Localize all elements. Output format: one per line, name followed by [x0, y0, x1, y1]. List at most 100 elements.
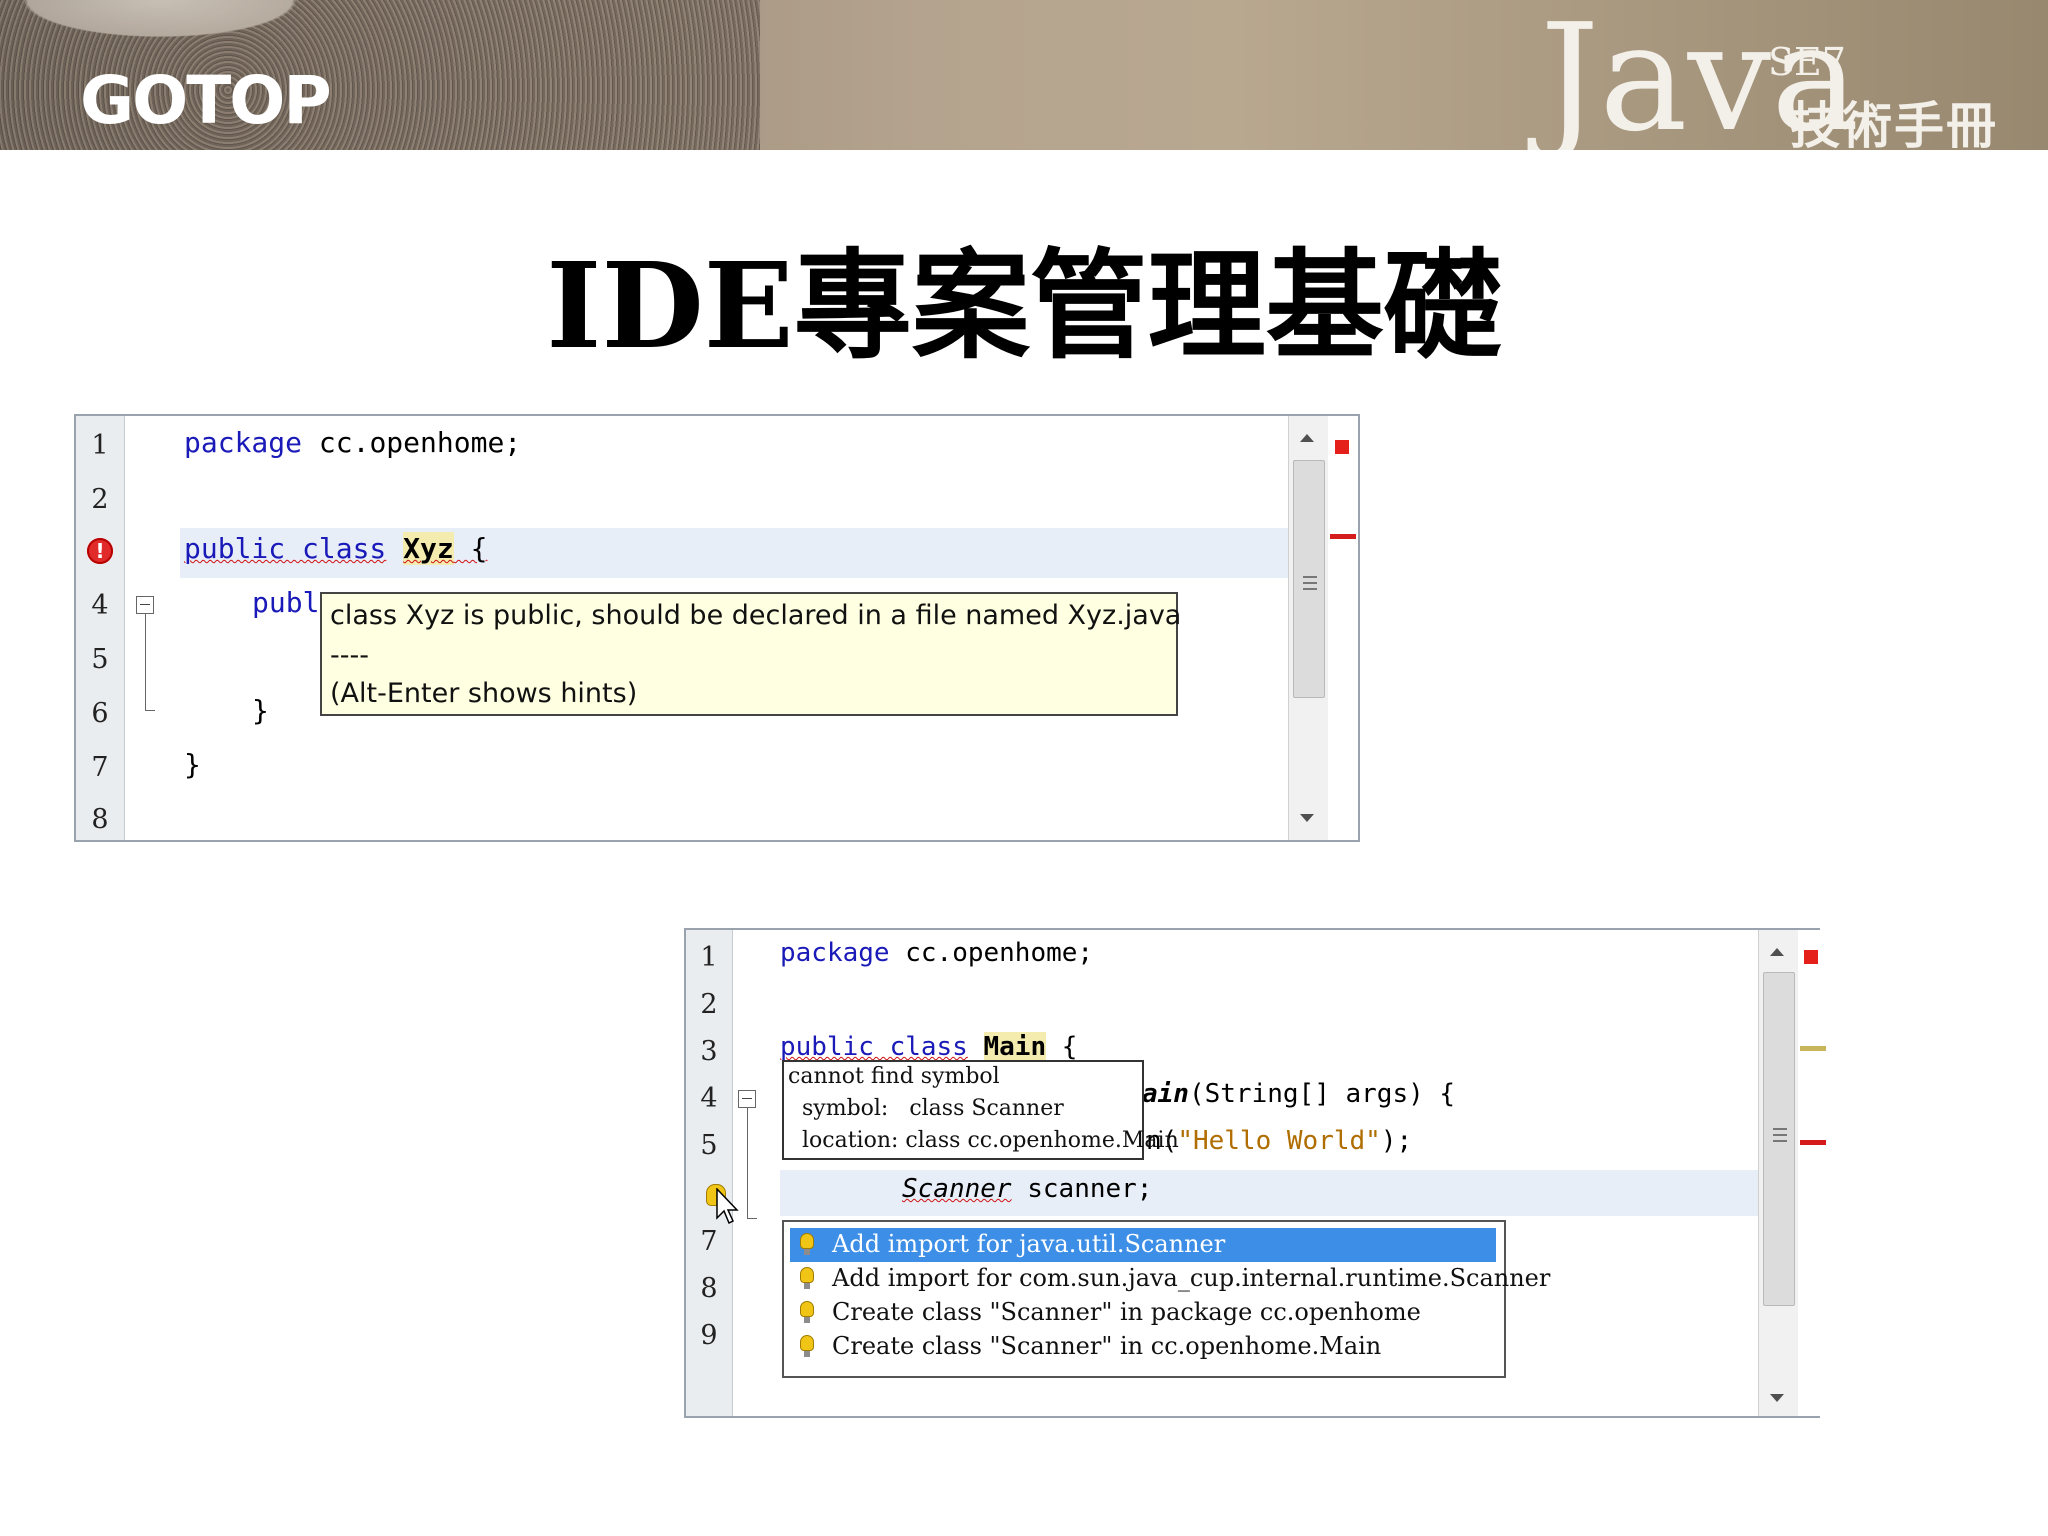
keyword: package	[780, 938, 890, 968]
tooltip-separator: ----	[330, 640, 369, 671]
scroll-grip	[1773, 1134, 1787, 1136]
line-number: 9	[700, 1320, 718, 1351]
error-stripe[interactable]	[1798, 930, 1828, 1416]
hint-item[interactable]: Create class "Scanner" in cc.openhome.Ma…	[790, 1330, 1496, 1364]
code-line-7[interactable]: }	[184, 748, 201, 781]
code-text: {	[453, 532, 488, 565]
line-number-gutter[interactable]: 1 2 ! 4 5 6 7 8	[76, 416, 125, 840]
tooltip-symbol: symbol: class Scanner	[788, 1096, 1064, 1121]
line-number: 4	[700, 1083, 718, 1114]
code-text: (String[] args) {	[1188, 1079, 1456, 1109]
code-text: {	[1046, 1032, 1078, 1062]
code-text: cc.openhome;	[302, 426, 522, 459]
code-editor-1[interactable]: 1 2 ! 4 5 6 7 8 package cc.openhome; pub…	[74, 414, 1360, 842]
method-name: ain	[1142, 1079, 1189, 1109]
hint-label: Create class "Scanner" in cc.openhome.Ma…	[832, 1332, 1382, 1360]
code-text: cc.openhome;	[889, 938, 1094, 968]
vertical-scrollbar[interactable]	[1288, 416, 1329, 840]
hints-popup[interactable]: Add import for java.util.Scanner Add imp…	[782, 1220, 1550, 1378]
code-text: }	[184, 748, 201, 781]
error-tooltip: class Xyz is public, should be declared …	[320, 592, 1182, 716]
scrollbar-thumb[interactable]	[1293, 460, 1325, 698]
tooltip-message: class Xyz is public, should be declared …	[330, 600, 1182, 631]
hint-bulb-icon	[800, 1301, 814, 1323]
keyword: public class	[780, 1032, 968, 1062]
scrollbar-thumb[interactable]	[1763, 972, 1795, 1306]
slide-title: IDE專案管理基礎	[546, 236, 1502, 375]
hint-label: Create class "Scanner" in package cc.ope…	[832, 1298, 1421, 1326]
class-name: Main	[983, 1032, 1047, 1062]
code-line-1[interactable]: package cc.openhome;	[184, 426, 521, 459]
scroll-grip	[1773, 1140, 1787, 1142]
keyword: publ	[252, 586, 320, 619]
string-literal: "Hello World"	[1177, 1126, 1381, 1156]
vertical-scrollbar[interactable]	[1758, 930, 1799, 1416]
hint-label: Add import for com.sun.java_cup.internal…	[832, 1264, 1551, 1292]
class-name: Xyz	[403, 532, 454, 565]
hint-item[interactable]: Create class "Scanner" in package cc.ope…	[790, 1296, 1496, 1330]
fold-end	[145, 710, 155, 711]
scroll-up-arrow-icon[interactable]	[1770, 948, 1784, 956]
code-text: }	[252, 694, 269, 727]
line-number: 5	[700, 1130, 718, 1161]
keyword: package	[184, 426, 303, 459]
fold-toggle-icon[interactable]	[136, 596, 154, 614]
code-line-6[interactable]: }	[252, 694, 269, 727]
unresolved-type: Scanner	[902, 1174, 1012, 1204]
hint-label: Add import for java.util.Scanner	[832, 1230, 1226, 1258]
line-number: 6	[91, 698, 109, 729]
book-subtitle: 技術手冊	[1790, 97, 1998, 150]
hint-bulb-icon	[800, 1267, 814, 1289]
scroll-down-arrow-icon[interactable]	[1770, 1394, 1784, 1402]
line-number: 1	[91, 430, 109, 461]
line-number: 7	[91, 752, 109, 783]
hint-item[interactable]: Add import for com.sun.java_cup.internal…	[790, 1262, 1550, 1296]
scroll-grip	[1303, 576, 1317, 578]
warning-mark[interactable]	[1800, 1046, 1826, 1051]
symbol-error-tooltip: cannot find symbol symbol: class Scanner…	[782, 1060, 1179, 1160]
hint-bulb-icon	[800, 1233, 814, 1255]
line-number: 7	[700, 1226, 718, 1257]
error-stripe[interactable]	[1328, 416, 1358, 840]
code-line-6[interactable]: Scanner scanner;	[902, 1174, 1152, 1204]
mouse-cursor-icon	[716, 1188, 739, 1225]
code-line-3[interactable]: public class Main {	[780, 1032, 1077, 1062]
line-number: 8	[91, 804, 109, 835]
hint-bulb-icon	[800, 1335, 814, 1357]
fold-line	[145, 614, 146, 710]
line-number: 8	[700, 1273, 718, 1304]
code-line-3[interactable]: public class Xyz {	[184, 532, 487, 565]
error-mark[interactable]	[1330, 534, 1356, 539]
scroll-up-arrow-icon[interactable]	[1300, 434, 1314, 442]
line-number: 1	[700, 942, 718, 973]
scroll-grip	[1303, 582, 1317, 584]
line-number: 2	[91, 484, 109, 515]
error-status-icon[interactable]	[1335, 440, 1349, 454]
tooltip-location: location: class cc.openhome.Main	[788, 1128, 1179, 1153]
code-text: );	[1380, 1126, 1413, 1156]
error-icon[interactable]: !	[87, 538, 113, 564]
scroll-grip	[1773, 1128, 1787, 1130]
tooltip-hint: (Alt-Enter shows hints)	[330, 678, 638, 709]
keyword: public class	[184, 532, 387, 565]
code-line-4[interactable]: ain(String[] args) {	[1142, 1079, 1455, 1109]
line-number-gutter[interactable]: 1 2 3 4 5 7 8 9	[686, 930, 733, 1416]
line-number: 5	[91, 644, 109, 675]
publisher-logo: GOTOP	[80, 62, 332, 139]
book-edition: SE7	[1768, 40, 1846, 84]
code-line-5[interactable]: n("Hello World");	[1146, 1126, 1412, 1156]
code-line-4[interactable]: publ	[252, 586, 319, 619]
code-line-1[interactable]: package cc.openhome;	[780, 938, 1093, 968]
code-editor-2[interactable]: 1 2 3 4 5 7 8 9 package cc.openhome; pub…	[684, 928, 1828, 1418]
hint-item[interactable]: Add import for java.util.Scanner	[790, 1228, 1496, 1262]
error-mark[interactable]	[1800, 1140, 1826, 1145]
code-text: scanner;	[1011, 1174, 1153, 1204]
error-status-icon[interactable]	[1804, 950, 1818, 964]
line-number: 3	[700, 1036, 718, 1067]
fold-toggle-icon[interactable]	[738, 1090, 756, 1108]
fold-end	[747, 1218, 757, 1219]
header-banner: GOTOP Java SE7 技術手冊	[0, 0, 2048, 150]
scroll-grip	[1303, 588, 1317, 590]
scroll-down-arrow-icon[interactable]	[1300, 814, 1314, 822]
line-number: 4	[91, 590, 109, 621]
